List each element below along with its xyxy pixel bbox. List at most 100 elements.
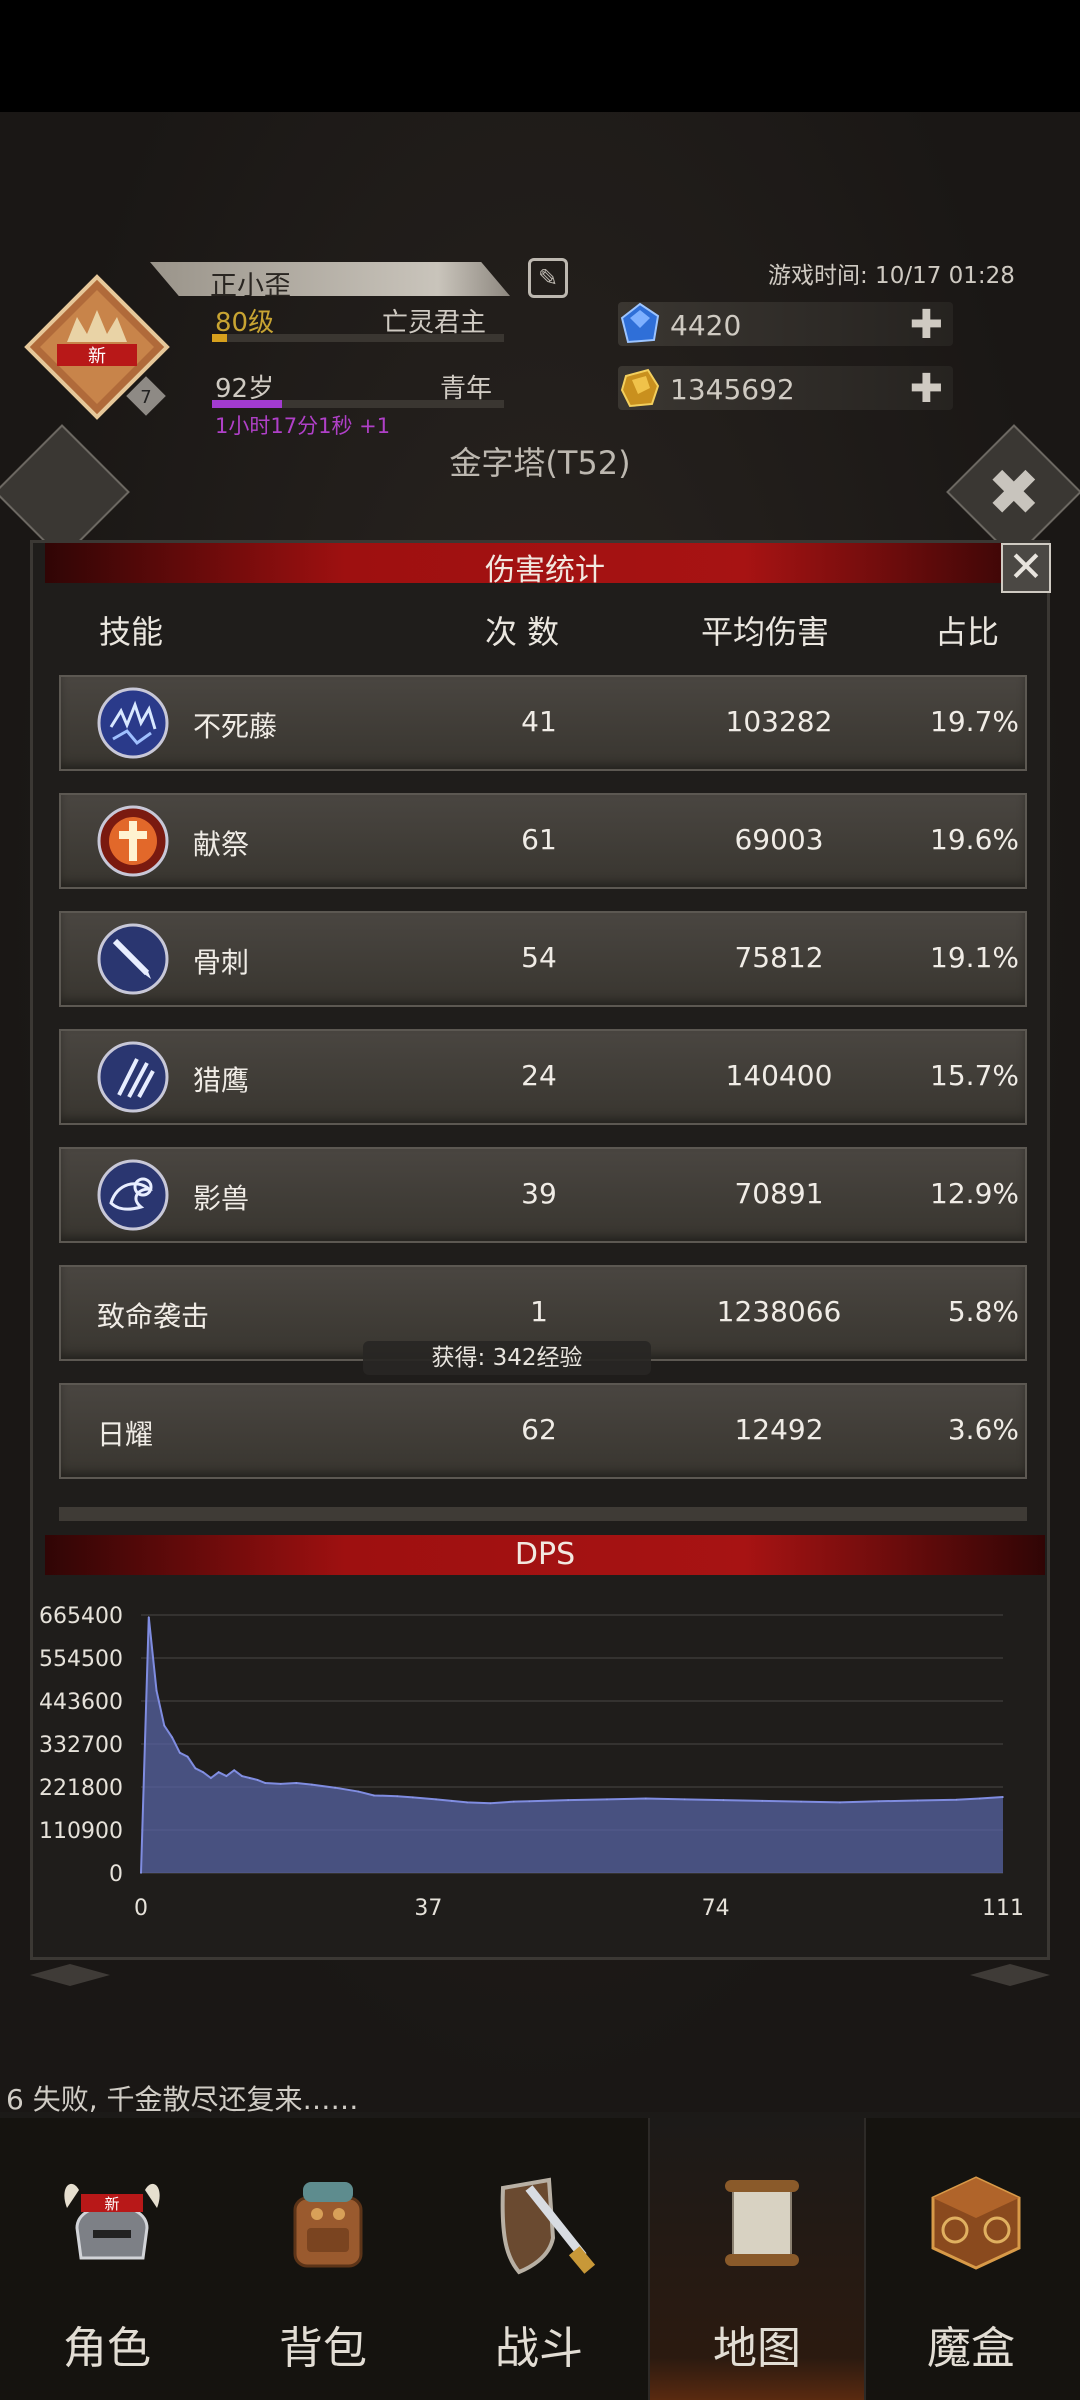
player-name-plate: 正小歪 xyxy=(150,262,510,296)
nav-tab-map[interactable]: 地图 xyxy=(648,2118,866,2400)
table-row[interactable]: 日耀 62 12492 3.6% xyxy=(59,1383,1027,1479)
table-row[interactable]: 影兽 39 70891 12.9% xyxy=(59,1147,1027,1243)
dps-point xyxy=(202,1771,204,1773)
dps-point xyxy=(264,1782,267,1784)
gold-value: 1345692 xyxy=(670,373,795,406)
skill-ratio: 19.6% xyxy=(930,823,1019,856)
nav-label: 地图 xyxy=(713,2323,801,2374)
helmet-icon: 新 xyxy=(64,2183,160,2260)
dps-point xyxy=(412,1796,414,1799)
nav-tab-battle[interactable]: 战斗 xyxy=(432,2118,646,2400)
add-gold-icon[interactable]: ✚ xyxy=(909,366,943,412)
skill-avg-damage: 75812 xyxy=(734,941,824,974)
dps-point xyxy=(683,1798,686,1801)
dps-point xyxy=(466,1801,468,1804)
y-tick-label: 554500 xyxy=(39,1647,123,1672)
x-tick-label: 74 xyxy=(702,1896,730,1921)
y-tick-label: 0 xyxy=(109,1862,123,1887)
skill-ratio: 19.1% xyxy=(930,941,1019,974)
dps-point xyxy=(800,1800,802,1803)
x-tick-label: 111 xyxy=(982,1896,1024,1921)
dps-point xyxy=(722,1799,725,1801)
dps-point xyxy=(450,1800,453,1802)
dps-area-chart: 665400 554500 443600 332700 221800 110900 00 37… xyxy=(39,1604,1024,1921)
dps-area xyxy=(141,1617,1003,1873)
crown-rank-badge[interactable]: 新 7 xyxy=(22,272,172,422)
dps-title-bar: DPS xyxy=(45,1535,1045,1575)
column-header-skill: 技能 xyxy=(99,613,164,651)
table-row[interactable]: 不死藤 41 103282 19.7% xyxy=(59,675,1027,771)
level-progress-bar xyxy=(212,334,504,342)
game-time: 游戏时间: 10/17 01:28 xyxy=(768,263,1015,289)
skill-ratio: 15.7% xyxy=(930,1059,1019,1092)
column-header-ratio: 占比 xyxy=(935,613,1000,651)
elapsed-timer: 1小时17分1秒 +1 xyxy=(215,414,391,438)
blue-gem-icon xyxy=(620,302,660,344)
gold-counter: 1345692 ✚ xyxy=(618,366,953,412)
add-gems-icon[interactable]: ✚ xyxy=(909,302,943,348)
dps-point xyxy=(186,1755,189,1758)
edit-name-icon[interactable]: ✎ xyxy=(528,258,568,298)
status-bar xyxy=(0,0,1080,112)
dps-point xyxy=(334,1786,336,1789)
dps-point xyxy=(357,1790,360,1793)
dps-point xyxy=(396,1795,399,1798)
modal-title: 伤害统计 xyxy=(485,553,605,588)
dps-point xyxy=(256,1779,259,1781)
skill-name: 献祭 xyxy=(193,828,250,861)
nav-label: 角色 xyxy=(63,2323,151,2374)
skill-name: 猎鹰 xyxy=(193,1064,250,1097)
dps-point xyxy=(147,1616,150,1618)
skill-name: 骨刺 xyxy=(193,946,250,979)
table-row[interactable]: 骨刺 54 75812 19.1% xyxy=(59,911,1027,1007)
skill-count: 62 xyxy=(521,1413,557,1446)
gems-value: 4420 xyxy=(670,309,742,342)
skill-name: 日耀 xyxy=(97,1418,154,1451)
table-row[interactable]: 猎鹰 24 140400 15.7% xyxy=(59,1029,1027,1125)
location-name: 金字塔(T52) xyxy=(449,444,631,482)
nav-tab-magic-box[interactable]: 魔盒 xyxy=(864,2118,1078,2400)
skill-avg-damage: 69003 xyxy=(734,823,824,856)
dps-point xyxy=(1002,1796,1004,1798)
dps-point xyxy=(839,1801,841,1804)
skill-count: 41 xyxy=(521,705,557,738)
dps-point xyxy=(279,1783,282,1785)
backpack-icon xyxy=(293,2182,363,2268)
table-row[interactable]: 献祭 61 69003 19.6% xyxy=(59,793,1027,889)
close-icon[interactable]: ✕ xyxy=(1001,543,1051,593)
dps-point xyxy=(210,1777,212,1779)
dps-point xyxy=(163,1724,166,1727)
nav-tab-backpack[interactable]: 背包 xyxy=(216,2118,430,2400)
dps-point xyxy=(311,1783,313,1786)
y-tick-label: 443600 xyxy=(39,1690,123,1715)
lightning-vine-icon xyxy=(97,687,169,759)
age-progress-bar xyxy=(212,400,504,408)
dps-point xyxy=(761,1800,764,1802)
dps-point xyxy=(194,1767,197,1770)
battle-log-message: 6 失败, 千金散尽还复来…… xyxy=(6,2083,359,2116)
sacrifice-cross-icon xyxy=(97,805,169,877)
y-tick-label: 221800 xyxy=(39,1776,123,1801)
dps-point xyxy=(528,1800,531,1803)
skill-ratio: 3.6% xyxy=(947,1413,1019,1446)
table-row-partial xyxy=(59,1507,1027,1521)
modal-footer-ornament xyxy=(30,1964,1050,1986)
nav-tab-character[interactable]: 新 角色 xyxy=(0,2118,214,2400)
gems-counter: 4420 ✚ xyxy=(618,302,953,348)
dps-point xyxy=(978,1797,981,1800)
age-progress-fill xyxy=(212,400,283,408)
dps-point xyxy=(295,1782,298,1784)
sword-shield-icon xyxy=(500,2177,596,2275)
skill-avg-damage: 140400 xyxy=(725,1059,833,1092)
nav-new-badge: 新 xyxy=(104,2195,119,2213)
dps-point xyxy=(155,1689,158,1692)
x-tick-label: 37 xyxy=(414,1896,442,1921)
skill-name: 影兽 xyxy=(193,1182,250,1215)
dps-point xyxy=(489,1802,492,1805)
skill-avg-damage: 103282 xyxy=(725,705,833,738)
dps-point xyxy=(644,1797,647,1800)
y-tick-label: 665400 xyxy=(39,1604,123,1629)
dps-point xyxy=(248,1777,251,1779)
skill-count: 61 xyxy=(521,823,557,856)
skill-avg-damage: 1238066 xyxy=(716,1295,842,1328)
